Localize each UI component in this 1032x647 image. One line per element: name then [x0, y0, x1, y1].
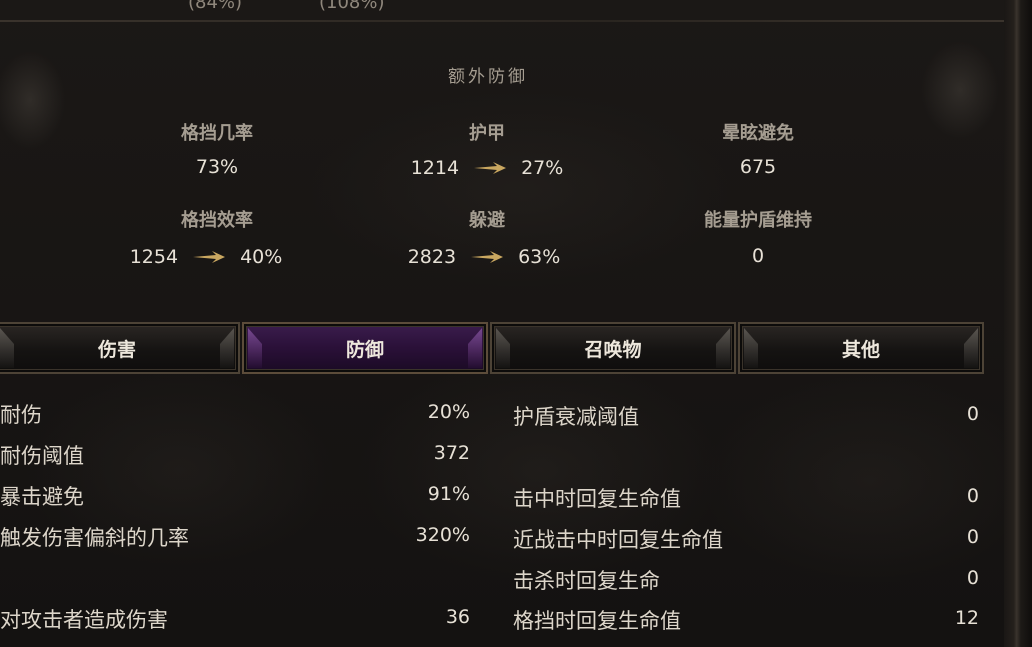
stat-row-label: 格挡时回复生命值 [513, 609, 681, 633]
statue-decoration-left [0, 30, 110, 170]
stat-row-value: 20% [427, 401, 470, 423]
tab-bevel [248, 328, 262, 368]
tab-bevel [468, 328, 482, 368]
stat-row-label: 击中时回复生命值 [513, 487, 681, 511]
statue-decoration-right [890, 20, 1010, 160]
stat-row-value: 12 [954, 607, 979, 629]
section-divider [0, 20, 1004, 22]
stat-row-value: 36 [445, 606, 470, 628]
tab-defense[interactable]: 防御 [242, 322, 488, 374]
block-chance-value: 73% [195, 156, 239, 178]
armor-conversion: 1214 27% [367, 155, 607, 181]
block-effect-percent-value: 40% [240, 246, 283, 268]
stats-tab-bar: 伤害 防御 召唤物 其他 [0, 322, 986, 374]
tab-bevel [220, 328, 234, 368]
tab-damage[interactable]: 伤害 [0, 322, 240, 374]
dodge-label: 躲避 [469, 210, 505, 231]
tab-bevel [496, 328, 510, 368]
tab-minions-label: 召唤物 [584, 338, 642, 361]
prev-percent-b: (108%) [319, 0, 385, 13]
extra-defense-title: 额外防御 [448, 67, 528, 87]
ward-retention-label: 能量护盾维持 [704, 210, 812, 231]
stat-row-label: 击杀时回复生命 [513, 569, 660, 593]
stat-row-value: 0 [966, 485, 979, 507]
dodge-percent-value: 63% [518, 246, 561, 268]
block-effect-label: 格挡效率 [181, 210, 253, 231]
tab-damage-label: 伤害 [97, 338, 136, 361]
tab-bevel [0, 328, 14, 368]
stat-row-value: 372 [433, 442, 470, 464]
tab-other-label: 其他 [841, 338, 880, 361]
arrow-right-icon [193, 251, 226, 263]
dodge-conversion: 2823 63% [364, 244, 604, 270]
block-effect-raw-value: 1254 [129, 246, 179, 268]
stat-row-label: 近战击中时回复生命值 [513, 528, 723, 552]
stat-row-label: 护盾衰减阈值 [513, 405, 639, 429]
stat-row-label: 耐伤阈值 [0, 444, 84, 468]
stun-avoid-value: 675 [739, 156, 777, 178]
stat-row-value: 320% [415, 524, 470, 546]
arrow-right-icon [474, 162, 507, 174]
stat-row-value: 0 [966, 567, 979, 589]
arrow-right-icon [471, 251, 504, 263]
tab-other[interactable]: 其他 [738, 322, 984, 374]
dodge-raw-value: 2823 [407, 246, 457, 268]
prev-percent-a: (84%) [188, 0, 243, 13]
window-frame-right [1004, 0, 1032, 647]
stat-row-value: 0 [966, 403, 979, 425]
stat-row-value: 91% [427, 483, 470, 505]
armor-percent-value: 27% [521, 157, 564, 179]
stat-row-label: 对攻击者造成伤害 [0, 608, 168, 632]
tab-defense-label: 防御 [345, 338, 384, 361]
armor-label: 护甲 [469, 123, 505, 144]
ward-retention-value: 0 [751, 245, 765, 267]
stat-row-label: 触发伤害偏斜的几率 [0, 526, 189, 550]
stat-row-label: 耐伤 [0, 403, 42, 427]
tab-minions[interactable]: 召唤物 [490, 322, 736, 374]
block-effect-conversion: 1254 40% [86, 244, 326, 270]
stat-row-label: 暴击避免 [0, 485, 84, 509]
tab-bevel [716, 328, 730, 368]
block-chance-label: 格挡几率 [181, 123, 253, 144]
armor-raw-value: 1214 [410, 157, 460, 179]
tab-bevel [744, 328, 758, 368]
tab-bevel [964, 328, 978, 368]
stun-avoid-label: 晕眩避免 [722, 123, 794, 144]
stat-row-value: 0 [966, 526, 979, 548]
